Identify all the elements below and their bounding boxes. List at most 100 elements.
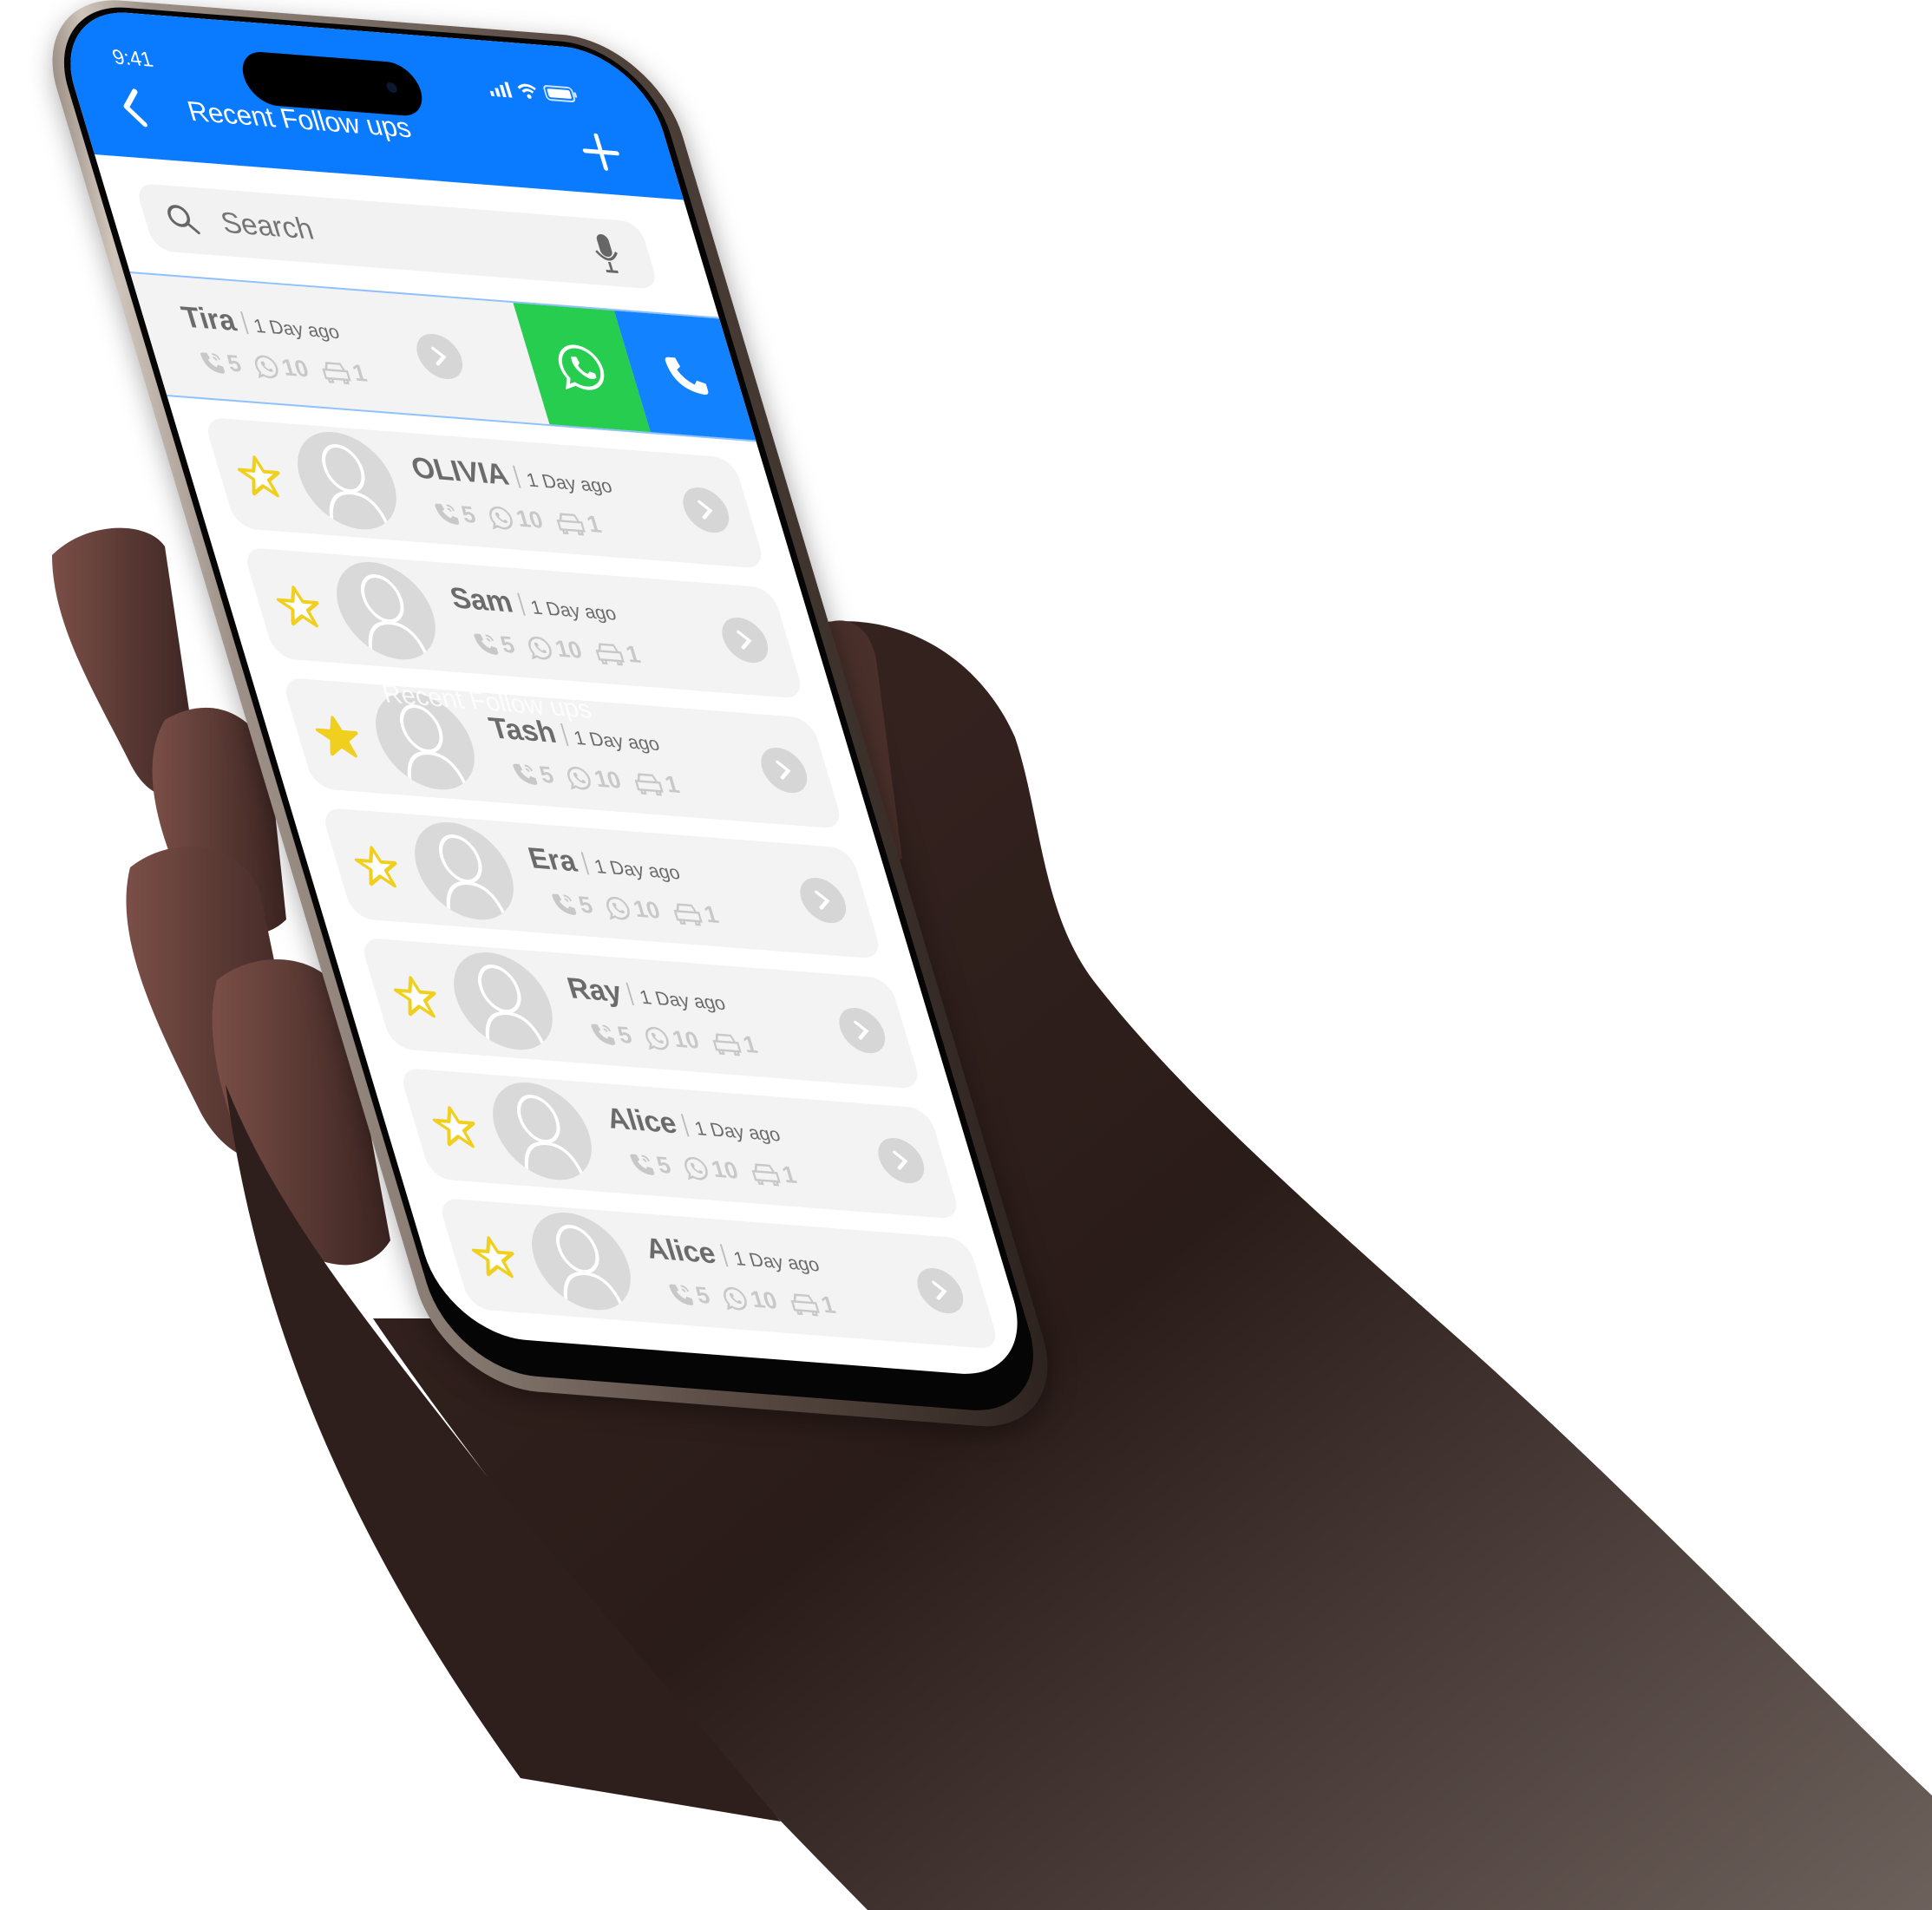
avatar <box>519 1208 644 1314</box>
divider <box>560 723 569 746</box>
visit-count: 1 <box>630 769 683 799</box>
call-count: 5 <box>665 1279 713 1310</box>
car-icon <box>751 1162 781 1186</box>
contact-name: Alice <box>641 1232 720 1271</box>
time-ago: 1 Day ago <box>523 468 615 498</box>
time-ago: 1 Day ago <box>527 596 619 625</box>
open-detail-button[interactable] <box>872 1136 930 1185</box>
signal-icon <box>489 82 513 98</box>
divider <box>513 465 521 488</box>
car-icon <box>634 772 664 795</box>
call-count: 5 <box>197 348 245 378</box>
contact-card[interactable]: Alice 1 Day ago 5 10 1 <box>436 1197 1001 1350</box>
contact-name: Tira <box>178 300 240 338</box>
divider <box>580 851 590 874</box>
visit-count: 1 <box>318 357 370 388</box>
chevron-left-icon <box>123 88 147 128</box>
whatsapp-outline-icon <box>645 1026 669 1050</box>
add-button[interactable] <box>576 131 626 173</box>
star-icon[interactable] <box>466 1233 522 1280</box>
star-icon[interactable] <box>349 843 405 890</box>
time-ago: 1 Day ago <box>571 726 663 755</box>
stats-row: 5 10 1 <box>626 1149 800 1189</box>
phone-call-icon <box>474 633 499 655</box>
whatsapp-outline-icon <box>684 1156 708 1180</box>
whatsapp-count-value: 10 <box>747 1285 781 1314</box>
user-placeholder-icon <box>439 834 509 922</box>
contact-card[interactable]: Alice 1 Day ago 5 10 1 <box>397 1067 962 1220</box>
visit-count: 1 <box>747 1159 800 1189</box>
car-icon <box>556 512 586 535</box>
search-input[interactable] <box>214 205 583 268</box>
contact-card[interactable]: Ray 1 Day ago 5 10 1 <box>358 937 923 1089</box>
user-placeholder-icon <box>361 574 431 662</box>
whatsapp-count-value: 10 <box>552 635 586 664</box>
microphone-icon[interactable] <box>588 232 626 275</box>
car-icon <box>322 361 351 384</box>
phone-icon <box>665 356 709 396</box>
chevron-right-icon <box>854 1020 869 1040</box>
phone-call-icon <box>669 1284 694 1305</box>
whatsapp-count: 10 <box>679 1154 742 1185</box>
back-button[interactable] <box>109 84 156 130</box>
time-ago: 1 Day ago <box>691 1117 783 1146</box>
open-detail-button[interactable] <box>794 876 852 925</box>
chevron-right-icon <box>776 760 791 780</box>
star-icon[interactable] <box>271 583 327 630</box>
contact-card[interactable]: OLIVIA 1 Day ago 5 10 1 <box>202 416 767 569</box>
avatar <box>324 558 449 664</box>
chevron-right-icon <box>737 630 752 650</box>
whatsapp-count: 10 <box>250 352 311 383</box>
chevron-right-icon <box>697 500 713 520</box>
name-line: Alice 1 Day ago <box>602 1102 783 1148</box>
star-filled-icon[interactable] <box>310 713 366 760</box>
phone-call-icon <box>513 763 538 785</box>
stats-row: 5 10 1 <box>548 889 722 929</box>
whatsapp-count-value: 10 <box>669 1025 703 1054</box>
plus-icon <box>582 133 619 171</box>
contact-card[interactable]: Tash 1 Day ago 5 10 1 Recent Follow ups <box>280 677 845 829</box>
call-count: 5 <box>470 629 518 659</box>
whatsapp-outline-icon <box>567 766 591 789</box>
whatsapp-count: 10 <box>601 893 664 925</box>
divider <box>516 592 526 616</box>
visit-count: 1 <box>708 1029 761 1059</box>
star-icon[interactable] <box>232 453 288 500</box>
whatsapp-count-value: 10 <box>591 765 625 794</box>
star-icon[interactable] <box>427 1103 483 1150</box>
contact-card[interactable]: Era 1 Day ago 5 10 1 <box>319 807 884 959</box>
whatsapp-outline-icon <box>488 506 513 529</box>
swiped-item-content[interactable]: Tira 1 Day ago 5 10 1 <box>130 273 528 422</box>
car-icon <box>790 1292 820 1316</box>
user-placeholder-icon <box>322 444 392 532</box>
open-detail-button[interactable] <box>833 1006 891 1055</box>
search-bar <box>134 182 660 290</box>
phone-mockup: 9:41 Recent Follow ups Search Tira 1 Day… <box>0 0 1932 1910</box>
name-line: Alice 1 Day ago <box>641 1232 822 1279</box>
avatar <box>441 948 566 1054</box>
user-placeholder-icon <box>556 1225 626 1312</box>
chevron-right-icon <box>431 346 447 366</box>
whatsapp-count: 10 <box>484 503 547 534</box>
chevron-right-icon <box>815 890 830 910</box>
open-detail-button[interactable] <box>410 332 468 381</box>
open-detail-button[interactable] <box>716 616 774 664</box>
phone-call-icon <box>200 351 225 374</box>
whatsapp-outline-icon <box>254 355 278 378</box>
stats-row: 5 10 1 <box>431 499 605 539</box>
open-detail-button[interactable] <box>911 1266 969 1315</box>
user-placeholder-icon <box>517 1095 587 1182</box>
phone-screen: 9:41 Recent Follow ups Search Tira 1 Day… <box>50 7 1038 1380</box>
whatsapp-count-value: 10 <box>630 895 664 924</box>
open-detail-button[interactable] <box>755 746 813 795</box>
open-detail-button[interactable] <box>677 486 735 534</box>
contact-name: Era <box>524 841 581 879</box>
time-ago: 1 Day ago <box>591 855 683 884</box>
contact-name: Ray <box>563 971 626 1010</box>
star-icon[interactable] <box>388 973 444 1020</box>
whatsapp-outline-icon <box>527 636 552 659</box>
phone-call-icon <box>552 893 577 915</box>
contact-card[interactable]: Sam 1 Day ago 5 10 1 <box>241 546 806 699</box>
divider <box>719 1243 729 1266</box>
phone-call-icon <box>630 1154 655 1175</box>
